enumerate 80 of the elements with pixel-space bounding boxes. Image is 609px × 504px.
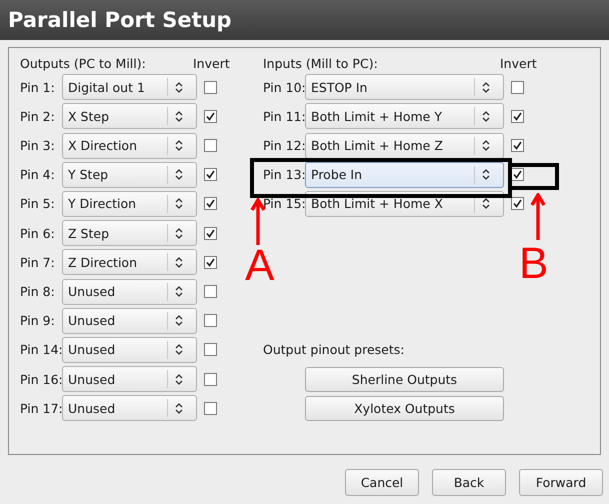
- spinner-icon: [482, 110, 490, 122]
- pin-label: Pin 7:: [20, 254, 56, 270]
- pin-label: Pin 14:: [20, 342, 62, 358]
- invert-checkbox[interactable]: [204, 80, 217, 94]
- spinner-icon: [175, 228, 183, 239]
- pin-function-dropdown[interactable]: Z Direction: [62, 249, 197, 276]
- spinner-icon: [482, 198, 490, 210]
- invert-checkbox[interactable]: [204, 256, 217, 269]
- pin-function-dropdown[interactable]: Both Limit + Home Z: [305, 132, 504, 159]
- spinner-icon: [175, 344, 183, 356]
- invert-checkbox[interactable]: [204, 372, 217, 386]
- pin-function-dropdown[interactable]: Both Limit + Home Y: [305, 103, 504, 130]
- pin-label: Pin 3:: [20, 138, 56, 154]
- column-heading: Invert: [193, 56, 230, 71]
- invert-checkbox[interactable]: [204, 402, 217, 415]
- annotation-letter: A: [245, 244, 274, 288]
- spinner-icon: [175, 256, 183, 268]
- invert-checkbox[interactable]: [511, 80, 524, 94]
- pin-label: Pin 15:: [263, 196, 305, 212]
- arrow-icon: [530, 193, 546, 241]
- invert-checkbox[interactable]: [511, 197, 524, 210]
- pin-function-dropdown[interactable]: Unused: [62, 366, 197, 392]
- window-title: Parallel Port Setup: [0, 0, 609, 40]
- spinner-icon: [175, 198, 183, 210]
- spinner-icon: [175, 286, 183, 297]
- spinner-icon: [175, 315, 183, 326]
- invert-checkbox[interactable]: [204, 343, 217, 356]
- presets-heading: Output pinout presets:: [263, 342, 406, 358]
- pin-label: Pin 2:: [20, 108, 56, 124]
- preset-button[interactable]: Xylotex Outputs: [305, 396, 504, 421]
- spinner-icon: [482, 82, 490, 93]
- pin-function-dropdown[interactable]: Unused: [62, 336, 197, 363]
- pin-function-dropdown[interactable]: Y Direction: [62, 190, 197, 217]
- arrow-icon: [250, 198, 266, 246]
- pin-label: Pin 13:: [263, 167, 305, 182]
- invert-checkbox[interactable]: [204, 139, 217, 152]
- pin-label: Pin 10:: [263, 80, 305, 95]
- pin-function-dropdown[interactable]: Probe In: [305, 162, 504, 188]
- pin-label: Pin 12:: [263, 138, 305, 154]
- annotation-letter: B: [519, 242, 548, 286]
- invert-checkbox[interactable]: [204, 168, 217, 182]
- pin-function-dropdown[interactable]: Unused: [62, 278, 197, 304]
- spinner-icon: [175, 110, 183, 122]
- pin-function-dropdown[interactable]: X Direction: [62, 132, 197, 159]
- invert-checkbox[interactable]: [204, 314, 217, 328]
- invert-checkbox[interactable]: [511, 110, 524, 123]
- pin-label: Pin 5:: [20, 196, 56, 212]
- invert-checkbox[interactable]: [204, 226, 217, 240]
- invert-checkbox[interactable]: [204, 197, 217, 210]
- invert-checkbox[interactable]: [204, 110, 217, 123]
- pin-function-dropdown[interactable]: Unused: [62, 308, 197, 334]
- spinner-icon: [175, 374, 183, 385]
- pin-label: Pin 16:: [20, 372, 62, 387]
- wizard-button[interactable]: Forward: [519, 469, 603, 496]
- pin-label: Pin 1:: [20, 80, 56, 95]
- spinner-icon: [175, 402, 183, 414]
- spinner-icon: [175, 82, 183, 93]
- spinner-icon: [175, 140, 183, 152]
- pin-function-dropdown[interactable]: Digital out 1: [62, 74, 197, 100]
- invert-checkbox[interactable]: [511, 139, 524, 152]
- pin-label: Pin 8:: [20, 284, 56, 299]
- invert-checkbox[interactable]: [511, 168, 524, 182]
- spinner-icon: [175, 169, 183, 180]
- preset-button[interactable]: Sherline Outputs: [305, 366, 504, 392]
- pin-function-dropdown[interactable]: Z Step: [62, 220, 197, 246]
- pin-label: Pin 4:: [20, 167, 56, 182]
- pin-label: Pin 17:: [20, 400, 62, 416]
- wizard-button[interactable]: Back: [432, 469, 506, 496]
- pin-label: Pin 11:: [263, 108, 305, 124]
- invert-checkbox[interactable]: [204, 285, 217, 298]
- pin-label: Pin 6:: [20, 226, 56, 241]
- pin-label: Pin 9:: [20, 313, 56, 328]
- pin-function-dropdown[interactable]: ESTOP In: [305, 74, 504, 100]
- wizard-button[interactable]: Cancel: [345, 469, 419, 496]
- pin-function-dropdown[interactable]: Unused: [62, 395, 197, 422]
- pin-function-dropdown[interactable]: Y Step: [62, 162, 197, 188]
- spinner-icon: [482, 140, 490, 152]
- spinner-icon: [482, 169, 490, 180]
- column-heading: Invert: [500, 56, 537, 71]
- pin-function-dropdown[interactable]: X Step: [62, 103, 197, 130]
